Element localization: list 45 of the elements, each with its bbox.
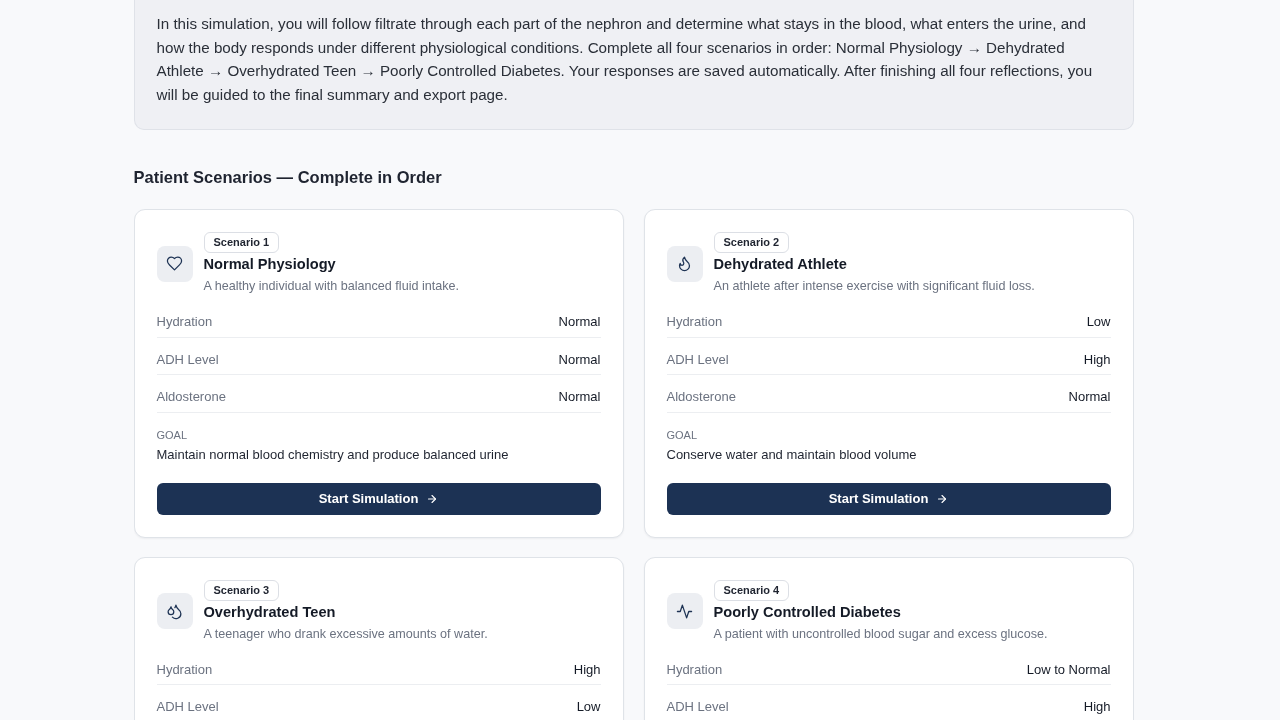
stat-label: Aldosterone	[666, 388, 736, 405]
stat-value: Low to Normal	[1026, 660, 1111, 678]
intro-text: In this simulation, you will follow filtrate through each part of the nephron and determine what stays in the blood, what enters the urine, and how the body responds under different physiological conditions. Complete all four scenarios in order: Normal Physiology → Dehydrated Athlete → Overhydrated Teen → Poorly Controlled Diabetes. Your responses are saved automatically. After finishing all four reflections, you will be guided to the final summary and export page.	[156, 14, 1094, 105]
stat-label: Hydration	[156, 313, 213, 330]
scenario-title: Poorly Controlled Diabetes	[713, 602, 901, 622]
start-simulation-button[interactable]: Start Simulation	[156, 482, 601, 515]
arrow-right-icon	[936, 492, 949, 505]
scenario-badge: Scenario 4	[713, 579, 790, 601]
scenario-badge: Scenario 3	[203, 579, 280, 601]
stat-label: ADH Level	[666, 350, 729, 368]
stat-value: Low	[1086, 313, 1111, 330]
scenario-title: Overhydrated Teen	[203, 602, 336, 622]
stat-label: Hydration	[666, 660, 723, 678]
stat-label: Hydration	[156, 660, 213, 678]
goal-text: Conserve water and maintain blood volume	[666, 445, 918, 464]
stat-value: Normal	[1068, 388, 1111, 405]
goal-label: GOAL	[156, 427, 189, 442]
stat-value: Normal	[558, 313, 601, 330]
stat-value: Normal	[558, 388, 601, 405]
scenario-title: Normal Physiology	[203, 255, 336, 274]
pulse-icon	[666, 593, 703, 629]
stat-value: Low	[576, 698, 601, 715]
section-heading: Patient Scenarios — Complete in Order	[133, 167, 443, 188]
stat-label: Hydration	[666, 313, 723, 330]
stat-value: High	[1083, 350, 1111, 368]
scenario-description: A teenager who drank excessive amounts of water.	[203, 625, 488, 643]
goal-text: Maintain normal blood chemistry and produce balanced urine	[156, 445, 510, 464]
stat-label: ADH Level	[156, 698, 219, 715]
goal-label: GOAL	[666, 427, 699, 442]
start-simulation-button[interactable]: Start Simulation	[666, 482, 1111, 515]
stat-value: Normal	[558, 350, 601, 368]
flame-icon	[666, 245, 703, 282]
scenario-badge: Scenario 2	[713, 232, 790, 253]
scenario-description: An athlete after intense exercise with significant fluid loss.	[713, 278, 1035, 295]
scenario-title: Dehydrated Athlete	[713, 255, 847, 274]
stat-label: ADH Level	[156, 350, 219, 368]
scenario-description: A patient with uncontrolled blood sugar and excess glucose.	[713, 625, 1048, 643]
scenario-description: A healthy individual with balanced fluid intake.	[203, 278, 460, 295]
stat-label: Aldosterone	[156, 388, 226, 405]
arrow-right-icon	[426, 492, 439, 505]
scenario-badge: Scenario 1	[203, 232, 280, 253]
droplets-icon	[156, 593, 193, 629]
stat-value: High	[1083, 698, 1111, 715]
stat-value: High	[573, 660, 601, 678]
stat-label: ADH Level	[666, 698, 729, 715]
